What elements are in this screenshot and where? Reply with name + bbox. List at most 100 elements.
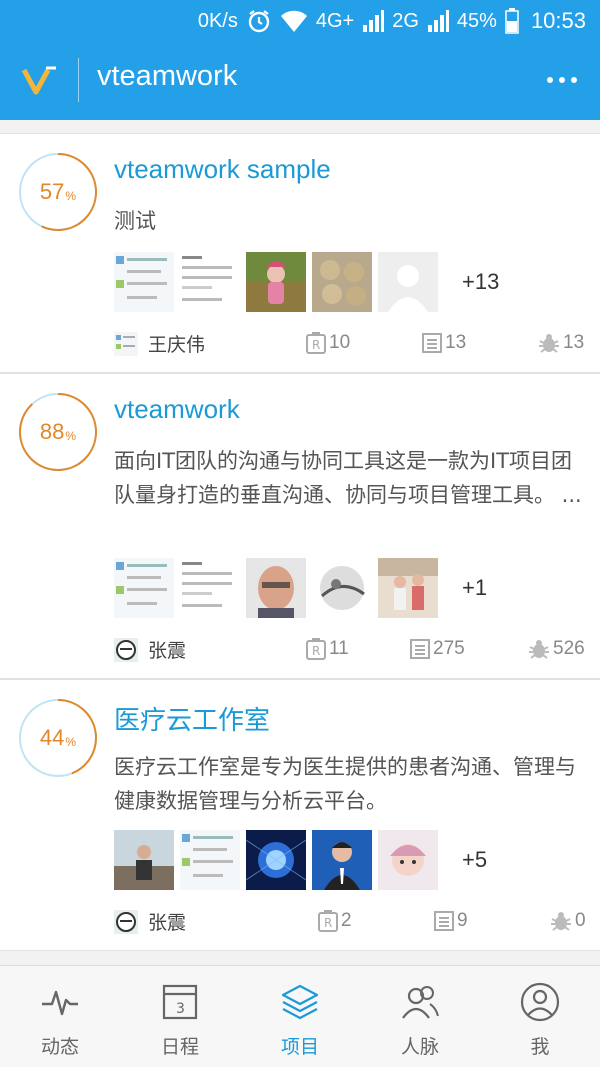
tab-label: 项目 — [280, 1036, 319, 1058]
report-icon: R — [306, 332, 326, 354]
owner-avatar — [114, 637, 138, 662]
project-title[interactable]: vteamwork — [114, 394, 240, 425]
screenshot-thumbnail[interactable] — [180, 252, 240, 312]
task-stat: 13 — [422, 332, 466, 354]
tab-label: 动态 — [40, 1036, 79, 1058]
more-members-count[interactable]: +5 — [462, 847, 487, 873]
progress-unit: % — [65, 735, 77, 749]
progress-value: 44 — [39, 725, 65, 750]
bug-count: 13 — [563, 332, 585, 353]
progress-unit: % — [65, 429, 77, 443]
layers-icon — [280, 982, 320, 1022]
screenshot-thumbnail[interactable] — [114, 558, 174, 618]
progress-ring: 88% — [18, 392, 98, 472]
bug-icon — [551, 912, 571, 931]
bug-stat: 0 — [550, 910, 586, 932]
project-owner: 张震 — [114, 636, 186, 663]
alarm-icon — [246, 8, 272, 34]
photo-thumbnail-sketch[interactable] — [312, 558, 372, 618]
tab-contacts[interactable]: 人脉 — [360, 966, 480, 1067]
svg-text:R: R — [312, 644, 320, 658]
photo-thumbnail-girl[interactable] — [378, 830, 438, 890]
svg-text:R: R — [312, 338, 320, 352]
tab-activity[interactable]: 动态 — [0, 966, 120, 1067]
default-avatar-thumbnail[interactable] — [378, 252, 438, 312]
owner-name: 王庆伟 — [148, 334, 206, 356]
photo-thumbnail-man[interactable] — [246, 558, 306, 618]
progress-ring: 57% — [18, 152, 98, 232]
report-count: 11 — [329, 638, 349, 659]
screenshot-thumbnail[interactable] — [180, 830, 240, 890]
photo-thumbnail-cookies[interactable] — [312, 252, 372, 312]
project-owner: 张震 — [114, 908, 186, 935]
tab-me[interactable]: 我 — [480, 966, 600, 1067]
project-card[interactable]: 88% vteamwork 面向IT团队的沟通与协同工具这是一款为IT项目团队量… — [0, 373, 600, 679]
photo-thumbnail-kids[interactable] — [378, 558, 438, 618]
project-owner: 王庆伟 — [114, 330, 205, 357]
battery-percent: 45% — [456, 9, 497, 32]
bug-stat: 526 — [528, 638, 585, 660]
task-stat: 9 — [434, 910, 468, 932]
more-members-count[interactable]: +13 — [462, 269, 499, 295]
screenshot-thumbnail[interactable] — [180, 558, 240, 618]
more-dots-icon[interactable] — [542, 66, 582, 94]
project-card[interactable]: 44% 医疗云工作室 医疗云工作室是专为医生提供的患者沟通、管理与健康数据管理与… — [0, 679, 600, 951]
bug-stat: 13 — [538, 332, 584, 354]
progress-unit: % — [65, 189, 77, 203]
project-description: 面向IT团队的沟通与协同工具这是一款为IT项目团队量身打造的垂直沟通、协同与项目… — [114, 449, 582, 507]
bottom-tab-bar: 动态 3 日程 项目 人脉 我 — [0, 965, 600, 1067]
task-list-icon — [422, 333, 442, 353]
net-speed: 0K/s — [197, 9, 238, 32]
project-card[interactable]: 57% vteamwork sample 测试 +13 王庆伟 R 10 13 … — [0, 133, 600, 373]
task-list-icon — [410, 639, 430, 659]
signal-icon-2 — [427, 9, 449, 33]
owner-name: 张震 — [148, 912, 187, 934]
task-count: 9 — [457, 910, 468, 931]
project-description: 测试 — [114, 209, 156, 233]
task-list-icon — [434, 911, 454, 931]
screenshot-thumbnail[interactable] — [114, 252, 174, 312]
contacts-icon — [400, 982, 440, 1022]
photo-thumbnail-beach[interactable] — [114, 830, 174, 890]
v-logo-icon[interactable] — [21, 62, 58, 98]
battery-icon — [505, 8, 519, 34]
report-stat: R 10 — [306, 332, 350, 354]
progress-value: 57 — [39, 179, 65, 204]
signal-icon — [362, 9, 385, 33]
project-description: 医疗云工作室是专为医生提供的患者沟通、管理与健康数据管理与分析云平台。 — [114, 755, 576, 813]
member-thumbnails: +13 — [114, 252, 499, 312]
report-icon: R — [306, 638, 326, 660]
calendar-day: 3 — [176, 1001, 185, 1017]
network-4g: 4G+ — [315, 9, 355, 32]
report-stat: R 2 — [318, 910, 352, 932]
more-members-count[interactable]: +1 — [462, 575, 487, 601]
project-meta: 张震 R 2 9 0 — [114, 908, 586, 938]
activity-pulse-icon — [40, 982, 80, 1022]
wifi-icon — [280, 9, 308, 33]
bug-count: 526 — [553, 638, 585, 659]
photo-thumbnail-brain[interactable] — [246, 830, 306, 890]
report-count: 10 — [329, 332, 351, 353]
report-stat: R 11 — [306, 638, 349, 660]
progress-value: 88 — [39, 419, 65, 444]
member-thumbnails: +5 — [114, 830, 487, 890]
svg-text:R: R — [324, 916, 332, 930]
bug-icon — [539, 334, 559, 353]
tab-projects[interactable]: 项目 — [240, 966, 360, 1067]
tab-schedule[interactable]: 3 日程 — [120, 966, 240, 1067]
photo-thumbnail-child[interactable] — [246, 252, 306, 312]
status-bar: 0K/s 4G+ 2G 45% 10:53 — [0, 0, 600, 40]
profile-icon — [520, 982, 560, 1022]
project-title[interactable]: vteamwork sample — [114, 154, 331, 185]
app-bar: vteamwork — [0, 40, 600, 120]
task-count: 13 — [445, 332, 467, 353]
app-bar-divider — [78, 58, 79, 102]
photo-thumbnail-portrait[interactable] — [312, 830, 372, 890]
bug-icon — [529, 640, 549, 659]
project-title[interactable]: 医疗云工作室 — [114, 700, 270, 737]
tab-label: 人脉 — [400, 1036, 439, 1058]
clock: 10:53 — [530, 8, 586, 33]
bug-count: 0 — [575, 910, 586, 931]
project-meta: 张震 R 11 275 526 — [114, 636, 586, 666]
network-2g: 2G — [392, 9, 419, 32]
